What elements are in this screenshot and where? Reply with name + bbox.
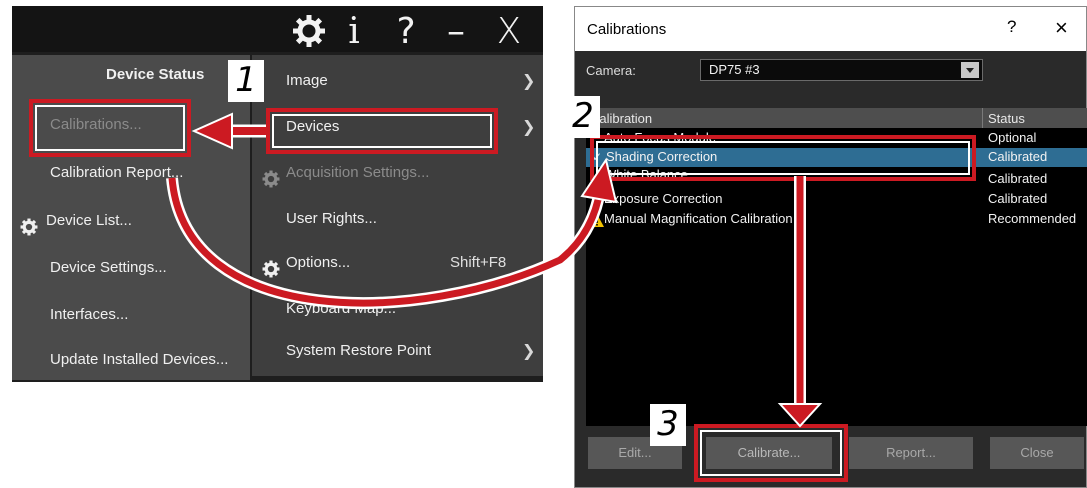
menu-item-user-rights[interactable]: User Rights... — [286, 199, 377, 239]
minimize-icon[interactable]: – — [442, 14, 470, 50]
row-status: Recommended — [988, 211, 1077, 226]
table-row[interactable]: Exposure Correction Calibrated — [586, 190, 1087, 208]
chevron-right-icon: ❯ — [522, 117, 536, 136]
menu-item-system-restore-point[interactable]: System Restore Point — [286, 331, 431, 371]
menu-item-label: Options... — [286, 254, 351, 271]
close-icon[interactable]: X — [492, 14, 526, 50]
table-row[interactable]: Manual Magnification Calibration Recomme… — [586, 210, 1087, 228]
highlight-calibrate-button — [694, 424, 848, 482]
chevron-down-icon[interactable] — [961, 62, 979, 78]
menu-item-acquisition-settings[interactable]: Acquisition Settings... — [258, 153, 538, 193]
shortcut-label: Shift+F8 — [450, 254, 507, 271]
main-menu: Image ❯ Devices ❯ Acquisition Settings..… — [252, 55, 543, 376]
gear-icon — [262, 254, 280, 294]
column-header-status[interactable]: Status — [988, 109, 1025, 129]
menu-item-interfaces[interactable]: Interfaces... — [50, 295, 128, 335]
help-icon[interactable]: ? — [1007, 17, 1016, 37]
menu-item-device-list[interactable]: Device List... — [20, 201, 240, 241]
row-name: Manual Magnification Calibration — [604, 211, 793, 226]
gear-icon[interactable] — [292, 14, 326, 48]
chevron-right-icon: ❯ — [522, 341, 536, 360]
row-status: Calibrated — [988, 171, 1048, 186]
step-number-3: 3 — [650, 404, 686, 446]
dialog-title-bar: Calibrations ? × — [575, 7, 1086, 51]
close-icon[interactable]: × — [1055, 15, 1068, 41]
camera-select-value: DP75 #3 — [709, 62, 760, 77]
camera-label: Camera: — [586, 63, 636, 78]
menu-item-update-installed-devices[interactable]: Update Installed Devices... — [50, 340, 228, 380]
gear-icon — [262, 164, 280, 204]
chevron-right-icon: ❯ — [522, 71, 536, 90]
menu-item-device-settings[interactable]: Device Settings... — [50, 248, 167, 288]
highlight-shading-correction — [590, 135, 976, 181]
row-name: Exposure Correction — [604, 191, 723, 206]
highlight-devices — [266, 108, 498, 154]
highlight-calibrations — [29, 99, 191, 157]
close-button[interactable]: Close — [990, 437, 1084, 469]
list-header: Calibration Status — [586, 108, 1087, 128]
app-title-bar: i ? – X — [12, 6, 543, 52]
column-divider — [982, 108, 983, 128]
menu-item-keyboard-map[interactable]: Keyboard Map... — [286, 289, 396, 329]
menu-header-device-status: Device Status — [106, 66, 205, 83]
step-number-2: 2 — [566, 96, 600, 138]
menu-item-calibration-report[interactable]: Calibration Report... — [50, 153, 183, 193]
row-status: Optional — [988, 130, 1037, 145]
row-status: Calibrated — [988, 149, 1048, 164]
dialog-title: Calibrations — [587, 21, 667, 38]
camera-select[interactable]: DP75 #3 — [700, 59, 983, 81]
row-status: Calibrated — [988, 191, 1048, 206]
report-button[interactable]: Report... — [849, 437, 973, 469]
menu-item-label: Acquisition Settings... — [286, 164, 430, 181]
info-icon[interactable]: i — [343, 14, 365, 50]
menu-item-options[interactable]: Options... Shift+F8 — [258, 243, 538, 283]
step-number-1: 1 — [228, 60, 264, 102]
help-icon[interactable]: ? — [393, 14, 419, 50]
gear-icon — [20, 212, 38, 252]
menu-item-image[interactable]: Image — [286, 61, 328, 101]
menu-item-label: Device List... — [46, 212, 132, 229]
warning-icon — [590, 212, 604, 231]
